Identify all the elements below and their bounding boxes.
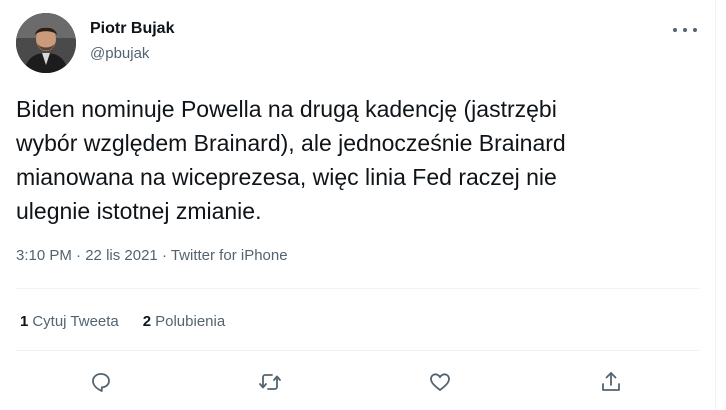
quote-count: 1: [20, 313, 29, 330]
avatar[interactable]: [16, 13, 76, 73]
divider: [16, 288, 699, 289]
more-horizontal-icon: [673, 28, 677, 32]
author-display-name[interactable]: Piotr Bujak: [90, 20, 174, 38]
tweet-time-link[interactable]: 3:10 PM · 22 lis 2021: [16, 247, 158, 264]
tweet-actions: [0, 364, 716, 400]
share-icon: [602, 372, 620, 391]
retweet-icon: [259, 374, 281, 390]
more-horizontal-icon: [683, 28, 687, 32]
reply-icon: [92, 373, 110, 392]
reply-button[interactable]: [83, 364, 119, 400]
tweet-date: 22 lis 2021: [85, 247, 158, 264]
tweet-source-link[interactable]: Twitter for iPhone: [171, 247, 288, 264]
heart-icon: [430, 373, 450, 391]
like-count: 2: [142, 313, 152, 330]
meta-separator: ·: [157, 247, 171, 264]
tweet-meta: 3:10 PM · 22 lis 2021 · Twitter for iPho…: [16, 247, 288, 264]
retweet-button[interactable]: [252, 364, 288, 400]
tweet-stats: 1 Cytuj Tweeta 2 Polubienia: [20, 313, 225, 330]
like-button[interactable]: [422, 364, 458, 400]
more-options-button[interactable]: [673, 20, 697, 40]
quote-label: Cytuj Tweeta: [32, 313, 119, 330]
tweet-time: 3:10 PM: [16, 247, 72, 264]
share-button[interactable]: [593, 364, 629, 400]
likes-stat[interactable]: 2 Polubienia: [143, 313, 225, 330]
tweet-text: Biden nominuje Powella na drugą kadencję…: [16, 96, 566, 224]
author-handle[interactable]: @pbujak: [90, 45, 149, 62]
meta-separator: ·: [71, 247, 86, 264]
tweet-card: Piotr Bujak @pbujak Biden nominuje Powel…: [0, 0, 716, 410]
quote-tweets-stat[interactable]: 1 Cytuj Tweeta: [20, 313, 119, 330]
divider: [16, 350, 699, 351]
like-label: Polubienia: [155, 313, 226, 330]
more-horizontal-icon: [693, 28, 697, 32]
